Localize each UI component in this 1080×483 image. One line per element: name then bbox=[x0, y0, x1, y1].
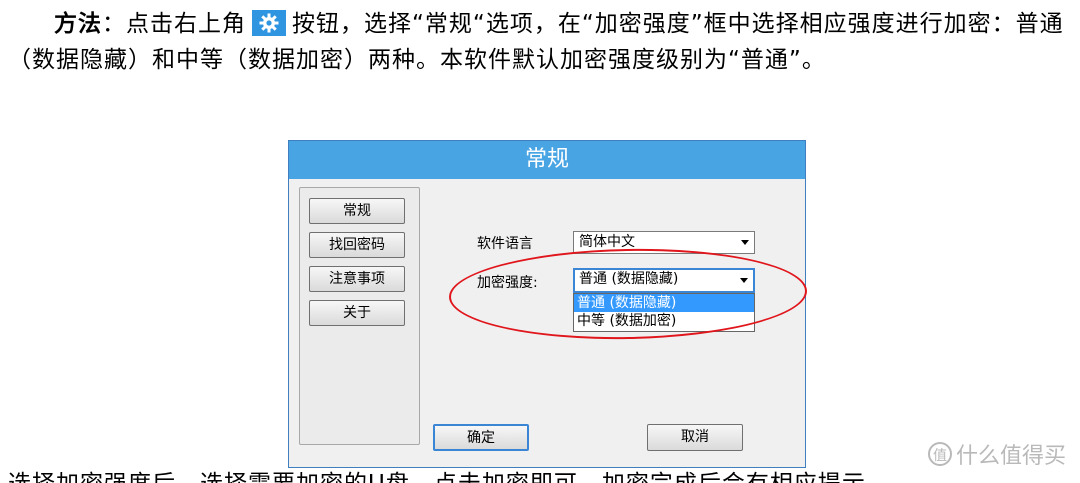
watermark-text: 什么值得买 bbox=[955, 444, 1066, 469]
settings-gear-icon bbox=[252, 10, 286, 36]
watermark: 值 什么值得买 bbox=[927, 438, 1066, 470]
nav-about-button[interactable]: 关于 bbox=[309, 300, 405, 326]
instruction-paragraph: 方法：点击右上角 按钮，选择“常规“选项，在“加密强度”框中选择相应强度进行加密：… bbox=[8, 6, 1070, 78]
nav-notes-button[interactable]: 注意事项 bbox=[309, 266, 405, 292]
chevron-down-icon bbox=[741, 240, 749, 245]
cancel-button[interactable]: 取消 bbox=[647, 424, 743, 451]
text-before-icon: 点击右上角 bbox=[126, 11, 246, 37]
language-label: 软件语言 bbox=[477, 236, 533, 252]
method-label: 方法 bbox=[54, 11, 102, 37]
cut-off-text-line: 选择加密强度后，选择需要加密的U盘，点击加密即可，加密完成后会有相应提示 bbox=[8, 466, 888, 483]
dialog-title: 常规 bbox=[289, 141, 805, 179]
nav-recover-password-button[interactable]: 找回密码 bbox=[309, 232, 405, 258]
watermark-logo-icon: 值 bbox=[927, 442, 952, 466]
nav-general-button[interactable]: 常规 bbox=[309, 198, 405, 224]
ok-button[interactable]: 确定 bbox=[433, 424, 529, 451]
method-colon: ： bbox=[102, 11, 126, 37]
language-value: 简体中文 bbox=[579, 234, 635, 250]
